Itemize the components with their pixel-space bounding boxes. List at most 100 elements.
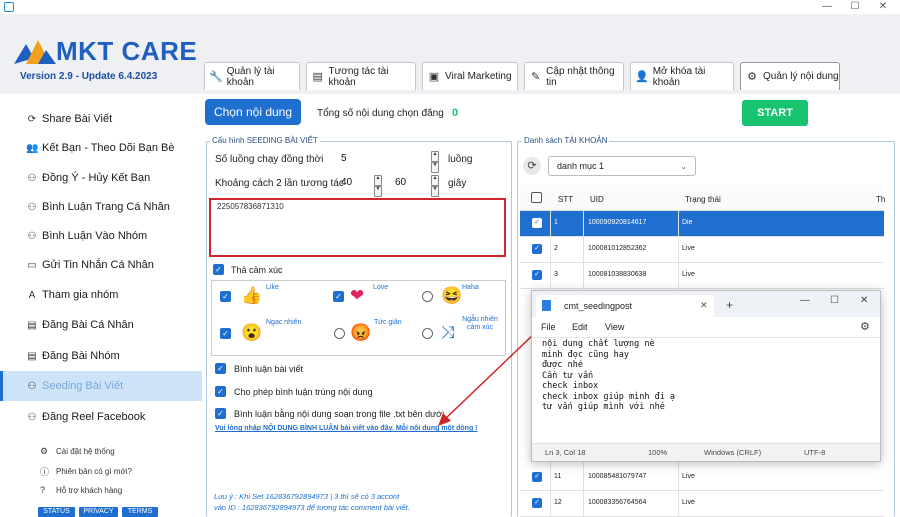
column-status[interactable]: Trạng thái [685, 195, 721, 204]
interval-from-stepper[interactable]: ▲ ▼ [374, 175, 382, 197]
minimize-button[interactable]: — [814, 0, 840, 14]
info-icon: ⓘ [40, 467, 50, 477]
angry-checkbox[interactable] [334, 328, 345, 339]
close-tab-icon[interactable]: ✕ [700, 300, 708, 311]
allow-duplicate-checkbox[interactable]: ✓ [215, 386, 226, 397]
tab-unlock-account[interactable]: 👤 Mở khóa tài khoản [630, 62, 734, 90]
user-icon: 👤 [635, 71, 649, 83]
chevron-down-icon: ⌄ [680, 161, 687, 171]
sidebar-item-comment-group[interactable]: ⚇ Bình Luận Vào Nhóm [0, 221, 202, 251]
sidebar-item-seeding-post[interactable]: ⚇ Seeding Bài Viết [0, 371, 202, 401]
choose-content-button[interactable]: Chọn nội dung [205, 99, 301, 125]
sidebar-item-friend-request[interactable]: ⚇ Đồng Ý - Hủy Kết Bạn [0, 163, 202, 193]
close-button[interactable]: ✕ [870, 0, 896, 14]
join-group-icon: A [28, 289, 36, 301]
tab-update-info[interactable]: ✎ Cập nhật thông tin [524, 62, 624, 90]
threads-stepper[interactable]: ▲ ▼ [431, 151, 439, 173]
stepper-down-icon[interactable]: ▼ [431, 186, 439, 197]
sidebar-item-send-message[interactable]: ▭ Gửi Tin Nhắn Cá Nhân [0, 250, 202, 280]
tab-content-management[interactable]: ⚙ Quản lý nội dung [740, 62, 840, 90]
row-checkbox[interactable]: ✓ [532, 218, 542, 228]
wow-label: Ngạc nhiên [266, 319, 302, 326]
threads-input[interactable]: 5 [341, 153, 347, 164]
wow-checkbox[interactable]: ✓ [220, 328, 231, 339]
close-icon[interactable]: ✕ [860, 295, 868, 306]
status-position: Ln 3, Col 18 [545, 448, 586, 457]
interval-to-input[interactable]: 60 [395, 177, 406, 188]
love-checkbox[interactable]: ✓ [333, 291, 344, 302]
sidebar-item-group-post[interactable]: ▤ Đăng Bài Nhóm [0, 341, 202, 371]
sidebar-system-settings[interactable]: ⚙ Cài đặt hệ thống [40, 446, 115, 457]
seeding-icon: ⚇ [27, 380, 37, 392]
terms-link[interactable]: TERMS [122, 507, 158, 517]
column-extra[interactable]: Th [876, 195, 885, 204]
status-link[interactable]: STATUS [38, 507, 75, 517]
menu-edit[interactable]: Edit [572, 322, 588, 332]
sidebar-whats-new[interactable]: ⓘ Phiên bản có gì mới? [40, 465, 132, 478]
sidebar-item-reel[interactable]: ⚇ Đăng Reel Facebook [0, 402, 202, 432]
stepper-down-icon[interactable]: ▼ [431, 162, 439, 173]
row-checkbox[interactable]: ✓ [532, 498, 542, 508]
haha-icon: 😆 [441, 286, 463, 305]
group-post-icon: ▤ [27, 350, 37, 362]
sidebar-item-personal-post[interactable]: ▤ Đăng Bài Cá Nhân [0, 310, 202, 340]
table-row[interactable]: ✓ 11 100085481079747 Live [520, 465, 884, 491]
post-id-textarea[interactable]: 225057836871310 [209, 198, 506, 257]
minimize-icon[interactable]: — [800, 295, 810, 306]
stepper-up-icon[interactable]: ▲ [374, 175, 382, 186]
app-logo-text: MKT CARE [56, 36, 198, 66]
add-friend-icon: 👥 [26, 142, 39, 154]
row-checkbox[interactable]: ✓ [532, 244, 542, 254]
note-line-1: Lưu ý : Khi Set 162836792894973 | 3 thì … [214, 492, 400, 501]
group-comment-icon: ⚇ [27, 230, 37, 242]
row-checkbox[interactable]: ✓ [532, 270, 542, 280]
friend-request-icon: ⚇ [27, 172, 37, 184]
react-checkbox[interactable]: ✓ [213, 264, 224, 275]
tab-viral-marketing[interactable]: ▣ Viral Marketing [422, 62, 518, 90]
like-checkbox[interactable]: ✓ [220, 291, 231, 302]
love-icon: ❤ [350, 286, 365, 305]
stepper-up-icon[interactable]: ▲ [431, 175, 439, 186]
row-checkbox[interactable]: ✓ [532, 472, 542, 482]
comment-post-checkbox[interactable]: ✓ [215, 363, 226, 374]
interval-to-stepper[interactable]: ▲ ▼ [431, 175, 439, 197]
start-button[interactable]: START [742, 100, 808, 126]
sidebar-item-share-post[interactable]: ⟳ Share Bài Viết [0, 104, 202, 134]
sidebar-item-comment-profile[interactable]: ⚇ Bình Luận Trang Cá Nhân [0, 192, 202, 222]
tab-account-management[interactable]: 🔧 Quản lý tài khoản [204, 62, 300, 90]
stepper-up-icon[interactable]: ▲ [431, 151, 439, 162]
column-stt[interactable]: STT [558, 195, 573, 204]
tab-account-interaction[interactable]: ▤ Tương tác tài khoản [306, 62, 416, 90]
table-row[interactable]: ✓ 3 100081038830638 Live [520, 263, 884, 289]
table-row[interactable]: ✓ 12 100083356764564 Live [520, 491, 884, 517]
edit-icon: ✎ [530, 71, 541, 83]
interval-from-input[interactable]: 40 [341, 177, 352, 188]
table-row[interactable]: ✓ 2 100081012852362 Live [520, 237, 884, 263]
stepper-down-icon[interactable]: ▼ [374, 186, 382, 197]
use-txt-checkbox[interactable]: ✓ [215, 408, 226, 419]
sidebar-item-add-friend[interactable]: 👥 Kết Bạn - Theo Dõi Bạn Bè [0, 133, 202, 163]
menu-view[interactable]: View [605, 322, 624, 332]
new-tab-icon[interactable]: + [726, 298, 733, 312]
settings-gear-icon[interactable]: ⚙ [860, 320, 870, 333]
love-label: Love [373, 284, 389, 291]
interval-unit: giây [448, 178, 467, 189]
category-select[interactable]: danh mục 1 ⌄ [548, 156, 696, 176]
haha-checkbox[interactable] [422, 291, 433, 302]
menu-file[interactable]: File [541, 322, 556, 332]
select-all-checkbox[interactable] [531, 192, 542, 203]
notepad-text[interactable]: nội dung chất lượng nè mình đọc cũng hay… [542, 339, 675, 413]
maximize-icon[interactable]: ☐ [830, 295, 839, 306]
table-row[interactable]: ✓ 1 100090920814617 Die [520, 211, 884, 237]
haha-label: Haha [462, 284, 479, 291]
column-uid[interactable]: UID [590, 195, 604, 204]
privacy-link[interactable]: PRIVACY [79, 507, 118, 517]
sidebar-item-join-group[interactable]: A Tham gia nhóm [0, 280, 202, 310]
reel-icon: ⚇ [27, 411, 37, 423]
status-zoom: 100% [648, 448, 668, 457]
sidebar-support[interactable]: ? Hỗ trợ khách hàng [40, 485, 122, 495]
maximize-button[interactable]: ☐ [842, 0, 868, 14]
refresh-icon[interactable]: ⟳ [523, 157, 541, 175]
post-icon: ▤ [27, 319, 37, 331]
list-icon: ▤ [312, 71, 323, 83]
